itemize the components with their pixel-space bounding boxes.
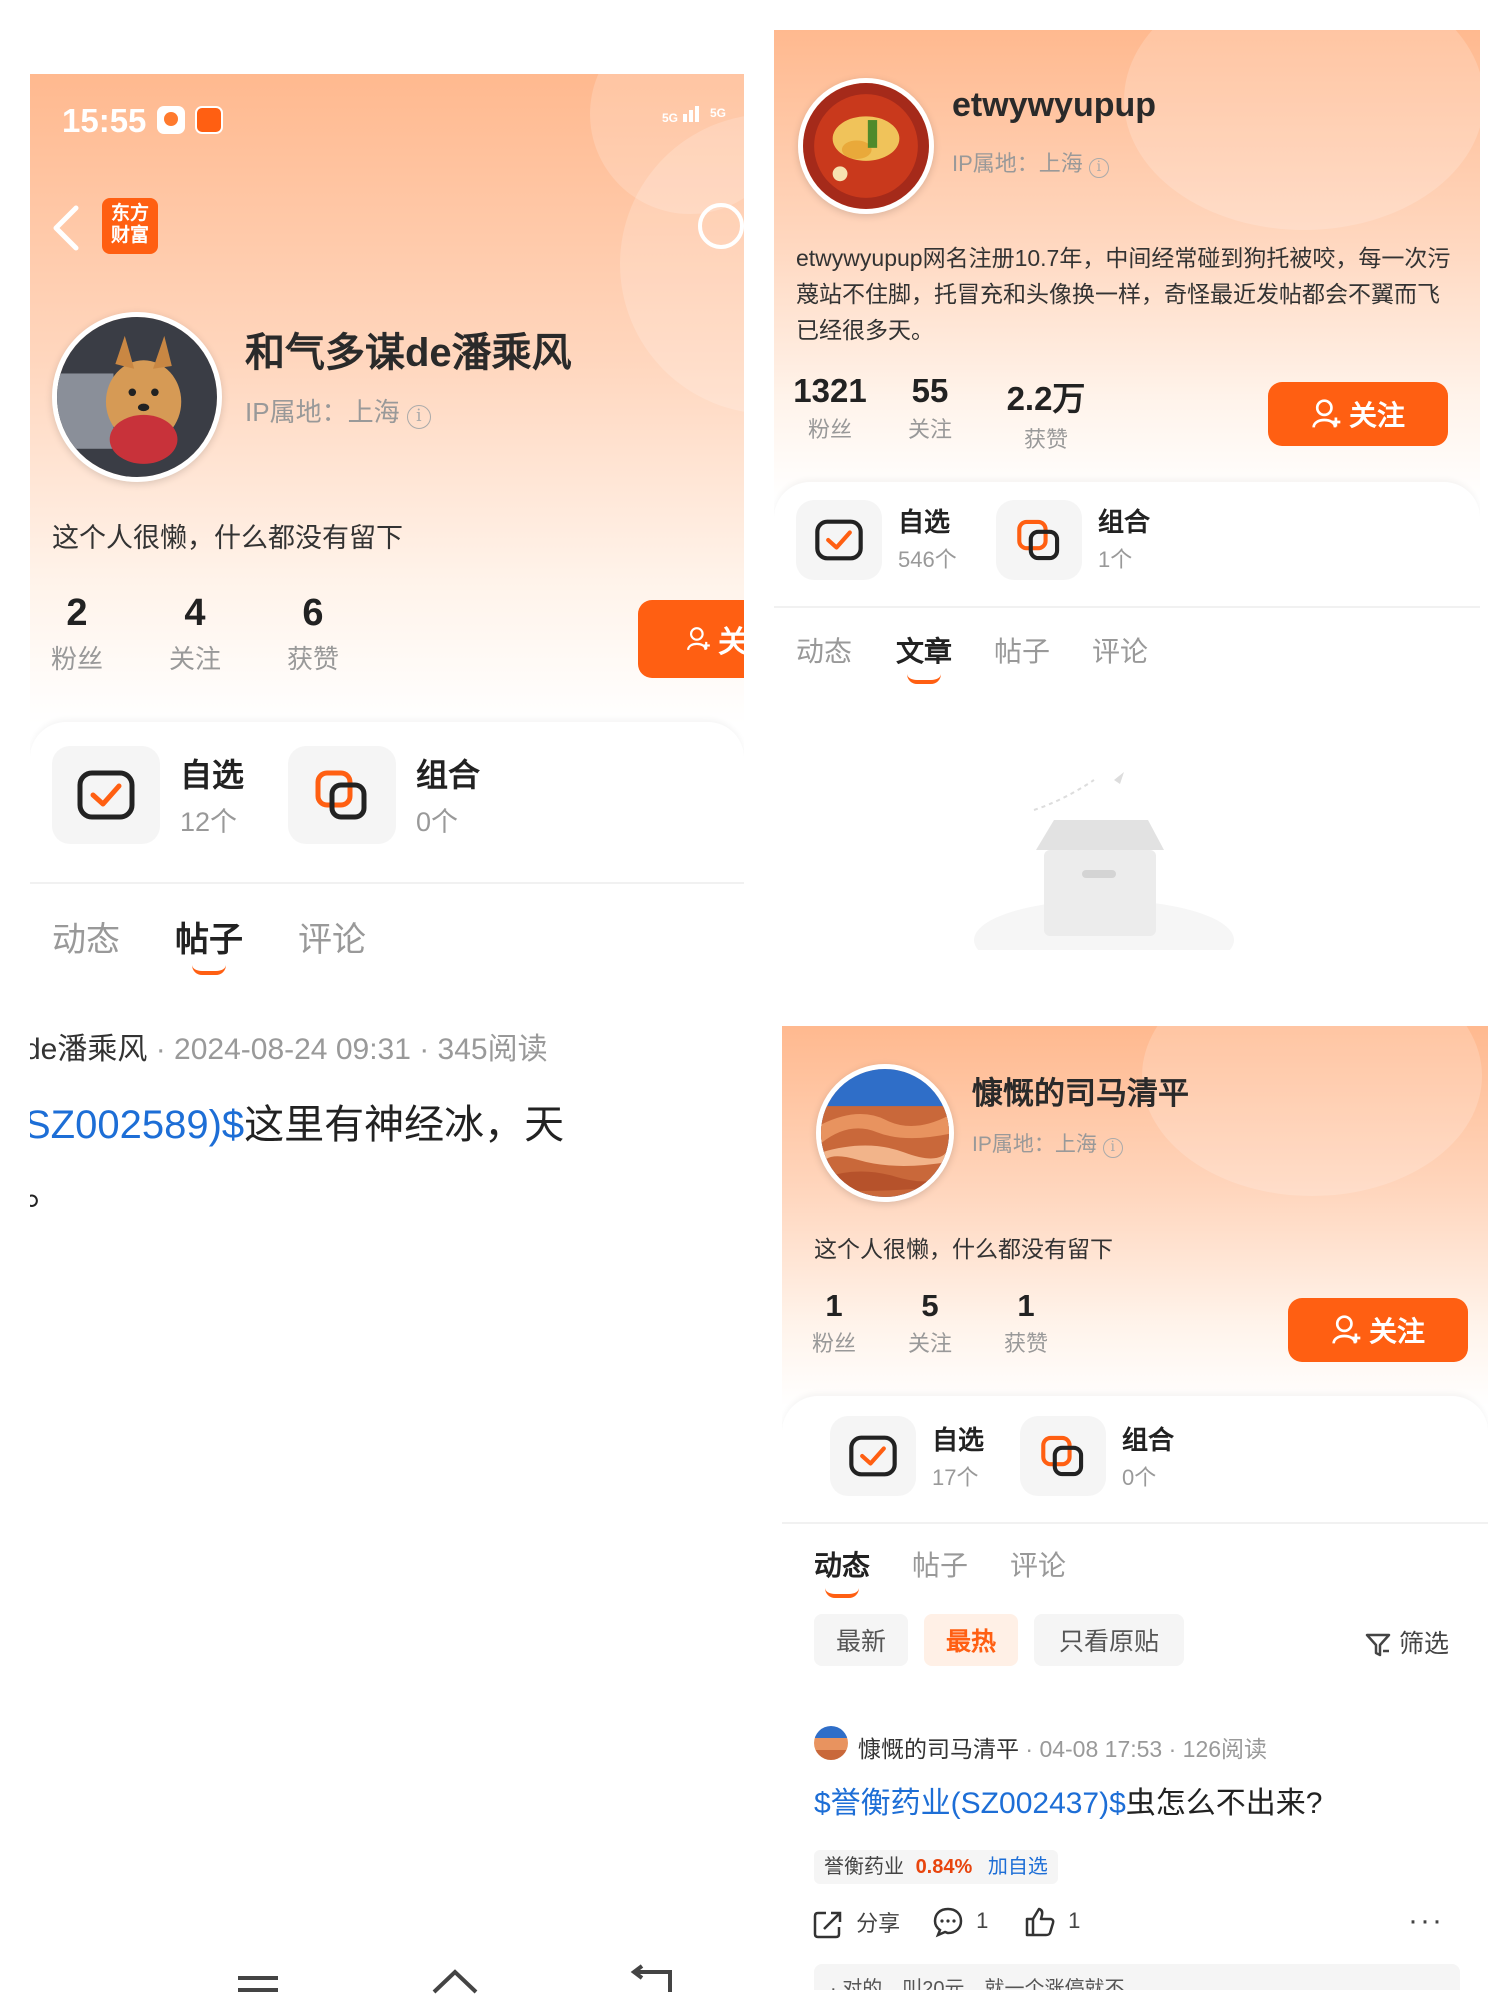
share-icon bbox=[813, 1911, 842, 1939]
watchlist-icon[interactable] bbox=[52, 746, 160, 844]
stat-fans[interactable]: 1321 粉丝 bbox=[790, 372, 870, 444]
watchlist-label[interactable]: 自选 bbox=[932, 1420, 984, 1457]
tools-card bbox=[30, 722, 744, 2000]
post-meta: de潘乘风 · 2024-08-24 09:31 · 345阅读 bbox=[30, 1033, 548, 1066]
watchlist-label[interactable]: 自选 bbox=[898, 502, 950, 539]
add-user-icon bbox=[687, 627, 710, 651]
more-icon[interactable]: ··· bbox=[1408, 1904, 1444, 1938]
comment-icon bbox=[933, 1907, 963, 1938]
tab-dynamic[interactable]: 动态 bbox=[52, 912, 120, 961]
like-button[interactable]: 1 bbox=[1024, 1906, 1080, 1938]
thumbs-up-icon bbox=[1025, 1907, 1055, 1937]
tab-posts[interactable]: 帖子 bbox=[912, 1544, 968, 1584]
stock-chip[interactable]: 誉衡药业 0.84% 加自选 bbox=[814, 1850, 1058, 1884]
tab-posts[interactable]: 帖子 bbox=[994, 630, 1050, 670]
follow-button[interactable]: 关注 bbox=[638, 600, 744, 678]
divider bbox=[782, 1522, 1488, 1524]
portfolio-icon[interactable] bbox=[996, 500, 1082, 580]
ip-location: IP属地：上海 i bbox=[952, 146, 1109, 178]
bio-text: 这个人很懒，什么都没有留下 bbox=[814, 1236, 1113, 1262]
stat-likes[interactable]: 1 获赞 bbox=[996, 1288, 1056, 1358]
watchlist-icon[interactable] bbox=[796, 500, 882, 580]
left-profile-screen: 15:55 5G 5G 东方 财富 和气多谋de潘乘风 IP属地：上海 i 这个… bbox=[30, 74, 744, 2000]
comment-preview[interactable]: · 对的，叫20元，就一个涨停就不 bbox=[814, 1964, 1460, 1990]
stat-likes[interactable]: 6 获赞 bbox=[278, 592, 348, 676]
follow-button[interactable]: 关注 bbox=[1288, 1298, 1468, 1362]
filter-latest[interactable]: 最新 bbox=[814, 1614, 908, 1666]
share-button[interactable]: 分享 bbox=[812, 1906, 900, 1941]
stat-fans[interactable]: 1 粉丝 bbox=[804, 1288, 864, 1358]
stat-fans[interactable]: 2 粉丝 bbox=[42, 592, 112, 676]
add-user-icon bbox=[1312, 399, 1341, 428]
tab-dynamic[interactable]: 动态 bbox=[796, 630, 852, 670]
top-right-profile-screen: etwywyupup IP属地：上海 i etwywyupup网名注册10.7年… bbox=[774, 30, 1480, 950]
filter-button[interactable]: 筛选 bbox=[1364, 1624, 1449, 1660]
bio-text: etwywyupup网名注册10.7年，中间经常碰到狗托被咬，每一次污蔑站不住脚… bbox=[796, 245, 1451, 343]
bottom-right-profile-screen: 慷慨的司马清平 IP属地：上海 i 这个人很懒，什么都没有留下 1 粉丝 5 关注 … bbox=[782, 1026, 1488, 1990]
post-author-avatar[interactable] bbox=[814, 1726, 848, 1760]
tab-articles[interactable]: 文章 bbox=[896, 630, 952, 670]
search-icon[interactable] bbox=[695, 200, 744, 260]
username: 慷慨的司马清平 bbox=[972, 1076, 1189, 1111]
avatar[interactable] bbox=[52, 312, 222, 482]
watchlist-label[interactable]: 自选 bbox=[180, 750, 244, 796]
bio-text: 这个人很懒，什么都没有留下 bbox=[52, 523, 403, 553]
add-watch-link[interactable]: 加自选 bbox=[988, 1856, 1048, 1878]
stat-following[interactable]: 5 关注 bbox=[900, 1288, 960, 1358]
username: etwywyupup bbox=[952, 86, 1157, 124]
post-text-line2: 。 bbox=[30, 1158, 64, 1216]
stat-following[interactable]: 55 关注 bbox=[890, 372, 970, 444]
ip-location: IP属地：上海 i bbox=[972, 1128, 1123, 1158]
tab-comments[interactable]: 评论 bbox=[1010, 1544, 1066, 1584]
nav-back-icon[interactable] bbox=[628, 1964, 674, 1999]
home-icon[interactable] bbox=[430, 1964, 480, 1999]
tab-comments[interactable]: 评论 bbox=[298, 912, 366, 961]
app-notify-icon bbox=[195, 106, 223, 134]
post-text[interactable]: SZ002589)$这里有神经冰，天 bbox=[30, 1092, 564, 1150]
filter-original-only[interactable]: 只看原贴 bbox=[1034, 1614, 1184, 1666]
filter-icon bbox=[1365, 1634, 1391, 1657]
portfolio-count: 1个 bbox=[1098, 547, 1133, 572]
avatar[interactable] bbox=[816, 1064, 954, 1202]
watchlist-count: 17个 bbox=[932, 1465, 979, 1490]
tab-posts[interactable]: 帖子 bbox=[175, 912, 243, 961]
eastmoney-logo: 东方 财富 bbox=[102, 198, 158, 254]
tab-dynamic[interactable]: 动态 bbox=[814, 1544, 870, 1584]
ip-location: IP属地：上海 i bbox=[245, 392, 431, 429]
portfolio-label[interactable]: 组合 bbox=[1098, 502, 1150, 539]
username: 和气多谋de潘乘风 bbox=[245, 331, 572, 375]
post-text[interactable]: $誉衡药业(SZ002437)$虫怎么不出来? bbox=[814, 1778, 1322, 1822]
portfolio-count: 0个 bbox=[416, 807, 459, 837]
portfolio-label[interactable]: 组合 bbox=[1122, 1420, 1174, 1457]
tab-comments[interactable]: 评论 bbox=[1092, 630, 1148, 670]
status-time: 15:55 bbox=[62, 102, 147, 139]
filter-hot[interactable]: 最热 bbox=[924, 1614, 1018, 1666]
info-icon[interactable]: i bbox=[1102, 1138, 1123, 1158]
empty-state-icon bbox=[974, 770, 1234, 950]
watchlist-icon[interactable] bbox=[830, 1416, 916, 1496]
avatar[interactable] bbox=[798, 78, 934, 214]
signal-icon-2: 5G bbox=[710, 106, 727, 120]
stat-following[interactable]: 4 关注 bbox=[160, 592, 230, 676]
divider bbox=[30, 882, 744, 884]
info-icon[interactable]: i bbox=[406, 405, 431, 429]
portfolio-icon[interactable] bbox=[288, 746, 396, 844]
add-user-icon bbox=[1332, 1315, 1361, 1344]
notification-icon bbox=[157, 106, 185, 134]
signal-icon: 5G bbox=[662, 106, 700, 125]
divider bbox=[774, 606, 1480, 608]
portfolio-icon[interactable] bbox=[1020, 1416, 1106, 1496]
comment-button[interactable]: 1 bbox=[932, 1906, 988, 1938]
portfolio-label[interactable]: 组合 bbox=[416, 750, 480, 796]
portfolio-count: 0个 bbox=[1122, 1465, 1157, 1490]
info-icon[interactable]: i bbox=[1088, 158, 1109, 178]
watchlist-count: 12个 bbox=[180, 807, 238, 837]
post-meta: 慷慨的司马清平 · 04-08 17:53 · 126阅读 bbox=[858, 1736, 1268, 1762]
menu-icon[interactable] bbox=[238, 1976, 278, 1996]
watchlist-count: 546个 bbox=[898, 547, 957, 572]
follow-button[interactable]: 关注 bbox=[1268, 382, 1448, 446]
back-icon[interactable] bbox=[48, 204, 88, 251]
stat-likes[interactable]: 2.2万 获赞 bbox=[996, 372, 1096, 454]
